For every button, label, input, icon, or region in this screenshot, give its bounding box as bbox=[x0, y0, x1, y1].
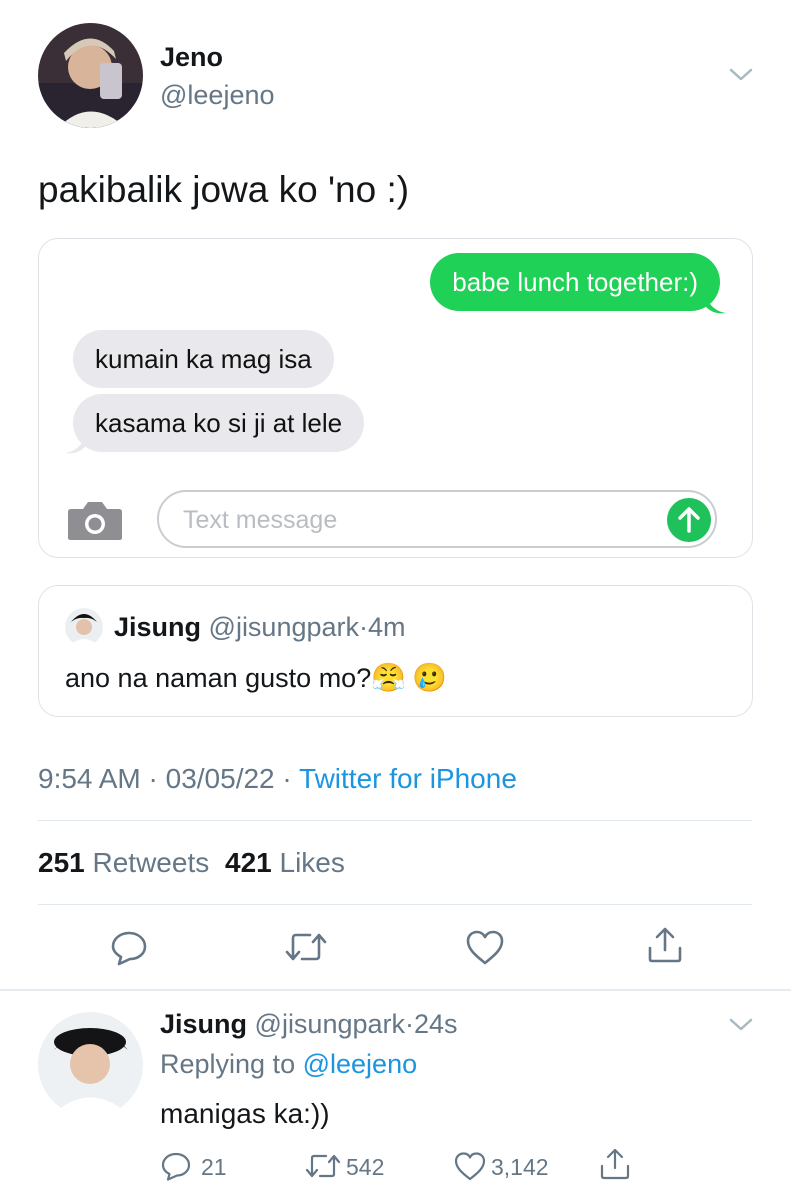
retweet-icon[interactable] bbox=[303, 1150, 343, 1182]
reply-author-handle[interactable]: @jisungpark bbox=[255, 1009, 405, 1039]
quote-time: 4m bbox=[368, 612, 406, 642]
like-icon[interactable] bbox=[453, 1150, 487, 1182]
like-icon[interactable] bbox=[465, 928, 505, 966]
quote-text: ano na naman gusto mo? bbox=[65, 663, 372, 693]
quoted-tweet[interactable]: Jisung @jisungpark·4m ano na naman gusto… bbox=[38, 585, 753, 717]
bubble-tail bbox=[706, 297, 726, 314]
likes-label: Likes bbox=[279, 847, 345, 878]
reply-icon[interactable] bbox=[160, 1150, 192, 1182]
meta-separator: · bbox=[140, 763, 166, 794]
retweets-label: Retweets bbox=[92, 847, 210, 878]
divider bbox=[38, 820, 752, 821]
send-button[interactable] bbox=[667, 498, 711, 542]
tweet-date: 03/05/22 bbox=[165, 763, 275, 794]
quote-author-name[interactable]: Jisung bbox=[114, 612, 201, 642]
quote-author-handle[interactable]: @jisungpark bbox=[209, 612, 359, 642]
replying-to-label: Replying to bbox=[160, 1049, 296, 1079]
reply-text: manigas ka:)) bbox=[160, 1098, 330, 1129]
meta-separator: · bbox=[274, 763, 300, 794]
replying-to-handle[interactable]: @leejeno bbox=[303, 1049, 418, 1079]
thread-separator bbox=[0, 989, 791, 991]
tweet-text: pakibalik jowa ko 'no :) bbox=[38, 169, 410, 210]
reply-author-name[interactable]: Jisung bbox=[160, 1009, 247, 1039]
share-icon[interactable] bbox=[598, 1146, 632, 1182]
tweet-source-link[interactable]: Twitter for iPhone bbox=[299, 763, 517, 794]
quote-emoji-huffing: 😤 bbox=[371, 662, 407, 693]
reply-avatar[interactable] bbox=[38, 1012, 143, 1117]
author-avatar[interactable] bbox=[38, 23, 143, 128]
like-count: 421 bbox=[225, 847, 272, 878]
message-screenshot-card[interactable]: babe lunch together:) kumain ka mag isa … bbox=[38, 238, 753, 558]
text-message-input[interactable]: Text message bbox=[157, 490, 717, 548]
reply-time: 24s bbox=[414, 1009, 458, 1039]
camera-icon[interactable] bbox=[67, 499, 123, 541]
reply-icon[interactable] bbox=[110, 928, 148, 966]
quote-avatar[interactable] bbox=[65, 608, 103, 646]
incoming-message-bubble: kasama ko si ji at lele bbox=[73, 394, 365, 452]
author-name[interactable]: Jeno bbox=[160, 42, 223, 73]
retweet-count-link[interactable]: 251 Retweets bbox=[38, 847, 209, 878]
bubble-tail bbox=[65, 437, 85, 454]
incoming-message-bubble: kumain ka mag isa bbox=[73, 330, 334, 388]
send-arrow-icon bbox=[678, 507, 700, 533]
chevron-down-icon[interactable] bbox=[728, 1016, 754, 1034]
outgoing-message-bubble: babe lunch together:) bbox=[430, 253, 720, 311]
reply-like-count: 3,142 bbox=[491, 1154, 549, 1180]
retweet-icon[interactable] bbox=[283, 928, 329, 966]
text-message-placeholder: Text message bbox=[183, 506, 338, 534]
tweet-time: 9:54 AM bbox=[38, 763, 141, 794]
divider bbox=[38, 904, 752, 905]
quote-separator: · bbox=[359, 612, 369, 642]
quote-emoji-smiling-tear: 🥲 bbox=[412, 662, 447, 693]
reply-count: 21 bbox=[201, 1154, 227, 1180]
like-count-link[interactable]: 421 Likes bbox=[225, 847, 345, 878]
retweet-count: 251 bbox=[38, 847, 85, 878]
author-handle[interactable]: @leejeno bbox=[160, 80, 275, 111]
share-icon[interactable] bbox=[645, 924, 685, 966]
chevron-down-icon[interactable] bbox=[728, 66, 754, 84]
reply-separator: · bbox=[405, 1009, 415, 1039]
reply-retweet-count: 542 bbox=[346, 1154, 385, 1180]
